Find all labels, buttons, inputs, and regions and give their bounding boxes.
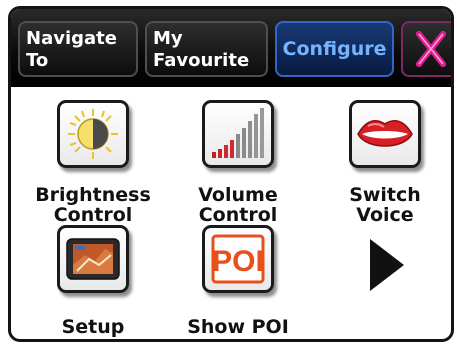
show-poi-label: Show POI [187, 316, 289, 338]
screen: Navigate To My Favourite Configure Brigh… [8, 6, 454, 342]
tab-configure[interactable]: Configure [275, 21, 394, 77]
next-page-arrow-icon [370, 239, 404, 291]
poi-icon: POI [211, 234, 265, 284]
gps-device-icon [66, 238, 120, 280]
tab-navigate-to[interactable]: Navigate To [18, 21, 138, 77]
show-poi-button[interactable]: POI [202, 225, 274, 293]
setup-button[interactable] [57, 225, 129, 293]
next-page-button[interactable] [362, 235, 410, 295]
volume-control-button[interactable] [202, 100, 274, 168]
brightness-control-label: Brightness Control [35, 184, 151, 226]
tab-my-favourite[interactable]: My Favourite [145, 21, 268, 77]
close-button[interactable] [401, 21, 451, 77]
switch-voice-button[interactable] [349, 100, 421, 168]
svg-text:POI: POI [212, 245, 264, 278]
close-x-icon [416, 31, 446, 67]
volume-icon [212, 108, 264, 158]
switch-voice-label: Switch Voice [349, 184, 421, 226]
brightness-icon [68, 109, 118, 159]
setup-label: Setup [61, 316, 125, 338]
top-bar: Navigate To My Favourite Configure [11, 9, 451, 87]
lips-icon [357, 120, 413, 147]
brightness-control-button[interactable] [57, 100, 129, 168]
volume-control-label: Volume Control [198, 184, 278, 226]
